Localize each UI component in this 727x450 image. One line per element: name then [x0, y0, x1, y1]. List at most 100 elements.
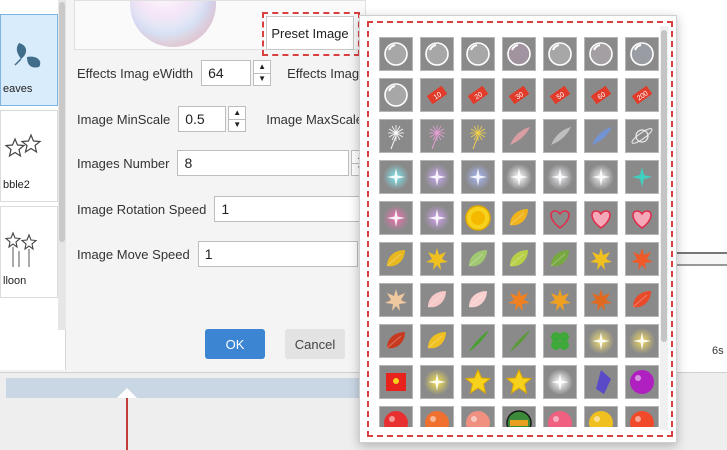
- preset-tile-tag-200[interactable]: 200: [625, 78, 659, 112]
- image-rotation-speed-input[interactable]: 1: [214, 196, 365, 222]
- effect-item-leaves[interactable]: eaves: [0, 14, 58, 106]
- scroll-thumb[interactable]: [661, 30, 667, 342]
- preset-tile-yellow-leaf-bird[interactable]: [502, 201, 536, 235]
- preset-tile-green-leaf[interactable]: [461, 242, 495, 276]
- preset-tile-gold-coin[interactable]: [461, 201, 495, 235]
- gold-maple-icon: [549, 289, 571, 311]
- preset-tile-clover[interactable]: [543, 324, 577, 358]
- preset-tile-gold-star[interactable]: [461, 365, 495, 399]
- effects-image-height-label: Effects Image: [287, 65, 367, 81]
- preset-tile-pink-petal[interactable]: [420, 283, 454, 317]
- preset-tile-tag-60[interactable]: 60: [584, 78, 618, 112]
- preset-tile-yellow-glow[interactable]: [584, 324, 618, 358]
- preset-tile-green-blade-2[interactable]: [502, 324, 536, 358]
- preset-tile-orange-ball[interactable]: [420, 406, 454, 427]
- effects-image-width-spinner[interactable]: ▲ ▼: [253, 60, 272, 86]
- preset-tile-pink-sparkle[interactable]: [379, 201, 413, 235]
- cyan-spark-icon: [383, 164, 409, 190]
- preset-tile-soft-bubble[interactable]: [543, 37, 577, 71]
- preset-tile-yellow-maple[interactable]: [420, 242, 454, 276]
- playhead-line[interactable]: [126, 398, 128, 450]
- preset-tile-red-maple[interactable]: [625, 242, 659, 276]
- preset-tile-yellow-leaf-2[interactable]: [420, 324, 454, 358]
- spin-down-icon[interactable]: ▼: [254, 72, 271, 86]
- playhead-pointer-icon[interactable]: [117, 388, 137, 398]
- preset-popup-scrollbar[interactable]: [660, 26, 668, 430]
- preset-tile-lime-leaf[interactable]: [502, 242, 536, 276]
- preset-tile-red-twig-leaf[interactable]: [379, 324, 413, 358]
- preset-tile-soft-glow[interactable]: [543, 160, 577, 194]
- preset-tile-pink-heart[interactable]: [584, 201, 618, 235]
- image-min-scale-spinner[interactable]: ▲ ▼: [228, 106, 247, 132]
- preset-tile-shiny-bubble[interactable]: [584, 37, 618, 71]
- image-min-scale-input[interactable]: 0.5: [178, 106, 227, 132]
- preset-tile-faint-bubble[interactable]: [379, 78, 413, 112]
- preset-tile-basket[interactable]: [502, 406, 536, 427]
- preset-tile-pink-petal-2[interactable]: [461, 283, 495, 317]
- images-number-input[interactable]: 8: [177, 150, 350, 176]
- timeline-ruler[interactable]: [6, 378, 362, 398]
- tag-200-icon: 200: [631, 85, 653, 105]
- preset-tile-ginkgo[interactable]: [584, 242, 618, 276]
- preset-tile-teal-star[interactable]: [625, 160, 659, 194]
- preset-tile-purple-orb[interactable]: [625, 365, 659, 399]
- effect-item-balloon[interactable]: lloon: [0, 206, 58, 298]
- preset-tile-tag-10[interactable]: 10: [420, 78, 454, 112]
- cancel-button[interactable]: Cancel: [285, 329, 345, 359]
- effect-item-bubble2[interactable]: bble2: [0, 110, 58, 202]
- preset-tile-red-oak-leaf[interactable]: [625, 283, 659, 317]
- preset-tile-tag-50[interactable]: 50: [543, 78, 577, 112]
- image-move-speed-input[interactable]: 1: [197, 241, 358, 267]
- preset-tile-green-leaf-2[interactable]: [543, 242, 577, 276]
- preset-tile-blue-crystal[interactable]: [584, 365, 618, 399]
- spin-up-icon[interactable]: ▲: [229, 107, 245, 119]
- preset-tile-blue-spark[interactable]: [461, 160, 495, 194]
- preset-tile-red-ball[interactable]: [379, 406, 413, 427]
- preset-tile-yellow-leaf[interactable]: [379, 242, 413, 276]
- yellow-glow-2-icon: [629, 328, 655, 354]
- effects-image-width-input[interactable]: 64: [201, 60, 252, 86]
- preset-tile-pink-doodle-heart[interactable]: [625, 201, 659, 235]
- preset-tile-green-blade[interactable]: [461, 324, 495, 358]
- preset-tile-glass-bubble[interactable]: [461, 37, 495, 71]
- preset-tile-red-heart-outline[interactable]: [543, 201, 577, 235]
- preset-tile-cyan-spark[interactable]: [379, 160, 413, 194]
- preset-tile-ring-bubble[interactable]: [379, 37, 413, 71]
- track-clip[interactable]: [676, 252, 727, 266]
- preset-tile-white-sparkle[interactable]: [543, 365, 577, 399]
- preset-tile-orange-maple[interactable]: [502, 283, 536, 317]
- preset-tile-grey-feather[interactable]: [543, 119, 577, 153]
- preset-tile-violet-spark[interactable]: [420, 160, 454, 194]
- preset-tile-tag-30[interactable]: 30: [502, 78, 536, 112]
- preset-tile-peach-ball[interactable]: [461, 406, 495, 427]
- preset-tile-lilac-sparkle[interactable]: [420, 201, 454, 235]
- preset-tile-pink-dandelion[interactable]: [420, 119, 454, 153]
- preset-tile-pink-feather[interactable]: [502, 119, 536, 153]
- preset-tile-rainbow-bubble[interactable]: [502, 37, 536, 71]
- preset-tile-pale-glow[interactable]: [584, 160, 618, 194]
- preset-tile-gold-maple[interactable]: [543, 283, 577, 317]
- preset-tile-gold-ball[interactable]: [584, 406, 618, 427]
- preset-tile-beige-maple[interactable]: [379, 283, 413, 317]
- effects-list-scrollbar[interactable]: [58, 0, 66, 330]
- preset-tile-yellow-glow-2[interactable]: [625, 324, 659, 358]
- spin-up-icon[interactable]: ▲: [254, 61, 270, 73]
- preset-tile-pink-ball[interactable]: [543, 406, 577, 427]
- preset-tile-red-envelope[interactable]: [379, 365, 413, 399]
- preset-tile-white-glow[interactable]: [502, 160, 536, 194]
- preset-tile-yellow-dandelion[interactable]: [461, 119, 495, 153]
- preset-tile-planet[interactable]: [625, 119, 659, 153]
- preset-tile-blue-feather[interactable]: [584, 119, 618, 153]
- preset-tile-clear-bubble[interactable]: [420, 37, 454, 71]
- ok-button[interactable]: OK: [205, 329, 265, 359]
- preset-image-button[interactable]: Preset Image: [266, 16, 354, 50]
- preset-tile-white-dandelion[interactable]: [379, 119, 413, 153]
- preset-tile-tag-20[interactable]: 20: [461, 78, 495, 112]
- preset-tile-orange-maple-2[interactable]: [584, 283, 618, 317]
- scroll-thumb[interactable]: [59, 2, 65, 242]
- preset-tile-gold-star-glow[interactable]: [420, 365, 454, 399]
- preset-tile-red-orb[interactable]: [625, 406, 659, 427]
- spin-down-icon[interactable]: ▼: [229, 118, 246, 132]
- preset-tile-gold-star-badge[interactable]: [502, 365, 536, 399]
- preset-tile-tint-bubble[interactable]: [625, 37, 659, 71]
